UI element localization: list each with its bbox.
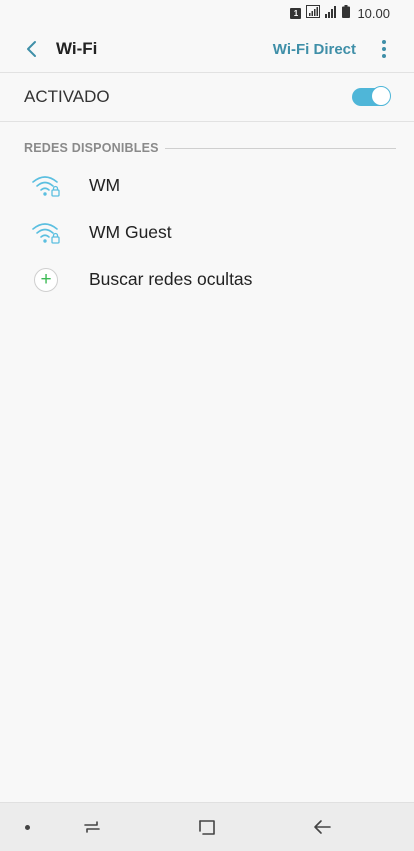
available-networks-header: REDES DISPONIBLES [24, 138, 396, 158]
search-hidden-networks-label: Buscar redes ocultas [89, 269, 253, 289]
network-item-wm[interactable]: WM [0, 162, 414, 209]
app-bar: Wi-Fi Wi-Fi Direct [0, 26, 414, 72]
plus-icon-wrapper: + [26, 265, 66, 295]
divider [0, 121, 414, 122]
network-list: WM WM Guest + Buscar redes ocultas [0, 162, 414, 303]
wifi-lock-icon [26, 218, 66, 248]
recent-apps-button[interactable] [62, 803, 122, 851]
wifi-settings-screen: 1 10.00 Wi-Fi Wi-Fi Direct ACTIVADO REDE… [0, 0, 414, 851]
clock: 10.00 [357, 5, 390, 21]
wifi-lock-icon [26, 171, 66, 201]
wifi-master-switch-row[interactable]: ACTIVADO [0, 73, 414, 121]
back-button[interactable] [12, 29, 52, 69]
plus-icon: + [34, 267, 58, 292]
chevron-left-icon [27, 41, 36, 57]
system-navigation-bar [0, 802, 414, 851]
battery-icon [342, 5, 351, 21]
back-nav-button[interactable] [293, 803, 353, 851]
status-bar: 1 10.00 [0, 0, 414, 26]
signal-bars-icon [325, 5, 337, 21]
network-name: WM Guest [89, 222, 172, 242]
dot-icon [24, 824, 30, 830]
switch-label: ACTIVADO [24, 87, 110, 106]
home-icon [199, 820, 215, 835]
recent-apps-icon [84, 821, 100, 833]
sim-badge: 1 [290, 7, 302, 19]
toggle-knob [371, 86, 391, 106]
signal-icon [306, 5, 321, 21]
nav-dot-button[interactable] [0, 803, 54, 851]
section-line [164, 147, 396, 149]
back-arrow-icon [314, 820, 331, 834]
home-button[interactable] [177, 803, 237, 851]
section-title: REDES DISPONIBLES [24, 141, 159, 155]
more-options-icon[interactable] [372, 34, 396, 64]
search-hidden-networks-item[interactable]: + Buscar redes ocultas [0, 256, 414, 303]
network-name: WM [89, 175, 121, 195]
network-item-wm-guest[interactable]: WM Guest [0, 209, 414, 256]
wifi-direct-button[interactable]: Wi-Fi Direct [273, 41, 356, 58]
wifi-toggle[interactable] [352, 86, 391, 108]
page-title: Wi-Fi [56, 39, 98, 58]
